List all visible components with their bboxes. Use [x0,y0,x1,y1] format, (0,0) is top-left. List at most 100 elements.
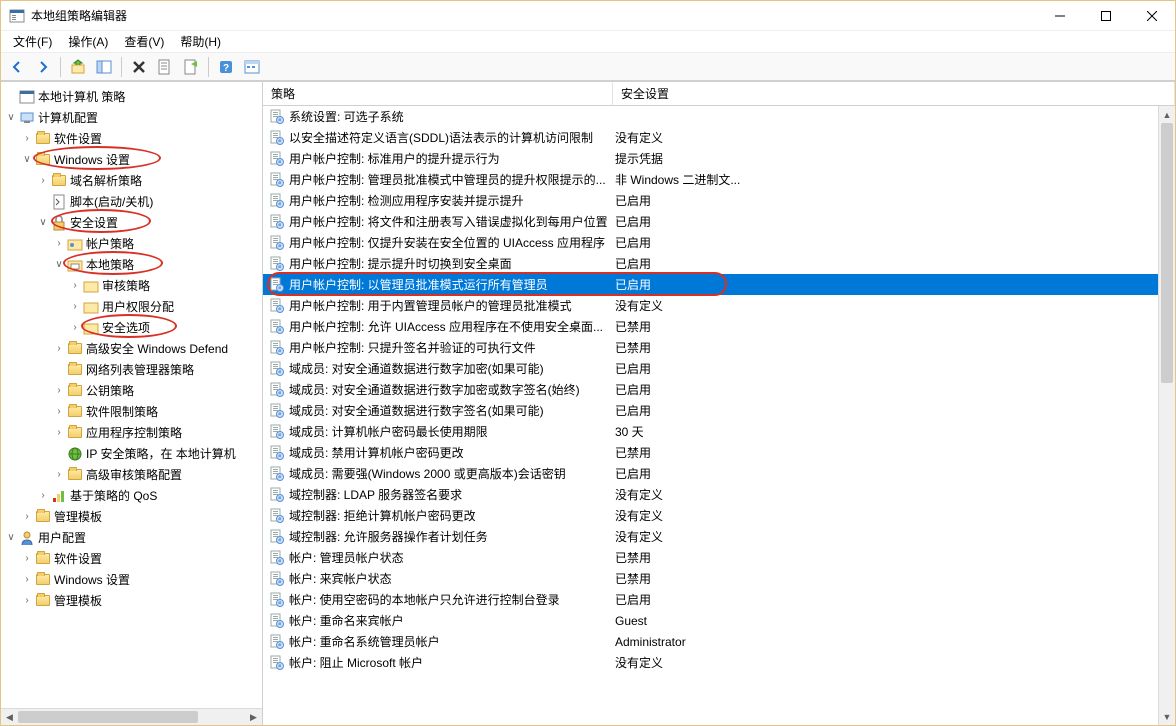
tree-user-config[interactable]: ∨用户配置 [3,527,262,548]
policy-row[interactable]: 帐户: 管理员帐户状态已禁用 [263,547,1175,568]
policy-row[interactable]: 域成员: 对安全通道数据进行数字加密(如果可能)已启用 [263,358,1175,379]
policy-row[interactable]: 用户帐户控制: 仅提升安装在安全位置的 UIAccess 应用程序已启用 [263,232,1175,253]
policy-row[interactable]: 用户帐户控制: 以管理员批准模式运行所有管理员已启用 [263,274,1175,295]
policy-row[interactable]: 域控制器: 拒绝计算机帐户密码更改没有定义 [263,505,1175,526]
maximize-button[interactable] [1083,1,1129,31]
export-button[interactable] [179,55,203,79]
forward-button[interactable] [31,55,55,79]
policy-row[interactable]: 帐户: 重命名系统管理员帐户Administrator [263,631,1175,652]
tree-windows-settings-user[interactable]: ›Windows 设置 [3,569,262,590]
collapse-icon[interactable]: ∨ [19,152,35,168]
tree-windows-settings[interactable]: ∨Windows 设置 [3,149,262,170]
scroll-right-icon[interactable]: ▶ [245,709,262,725]
expand-icon[interactable]: › [19,509,35,525]
tree-software-settings-user[interactable]: ›软件设置 [3,548,262,569]
policy-row[interactable]: 域成员: 计算机帐户密码最长使用期限30 天 [263,421,1175,442]
policy-row[interactable]: 用户帐户控制: 将文件和注册表写入错误虚拟化到每用户位置已启用 [263,211,1175,232]
minimize-button[interactable] [1037,1,1083,31]
tree-software-settings[interactable]: ›软件设置 [3,128,262,149]
collapse-icon[interactable]: ∨ [3,110,19,126]
tree-policy-qos[interactable]: ›基于策略的 QoS [3,485,262,506]
policy-row[interactable]: 域成员: 对安全通道数据进行数字签名(如果可能)已启用 [263,400,1175,421]
tree-network-list[interactable]: 网络列表管理器策略 [3,359,262,380]
help-button[interactable]: ? [214,55,238,79]
expand-icon[interactable]: › [51,404,67,420]
tree-local-policies[interactable]: ∨本地策略 [3,254,262,275]
tree-security-options[interactable]: ›安全选项 [3,317,262,338]
policy-row[interactable]: 以安全描述符定义语言(SDDL)语法表示的计算机访问限制没有定义 [263,127,1175,148]
scrollbar-track[interactable] [1159,123,1175,708]
close-button[interactable] [1129,1,1175,31]
up-button[interactable] [66,55,90,79]
back-button[interactable] [5,55,29,79]
tree-windows-defender[interactable]: ›高级安全 Windows Defend [3,338,262,359]
tree-public-key[interactable]: ›公钥策略 [3,380,262,401]
expand-icon[interactable]: › [51,467,67,483]
menu-help[interactable]: 帮助(H) [174,31,227,52]
menu-view[interactable]: 查看(V) [118,31,170,52]
collapse-icon[interactable]: ∨ [3,530,19,546]
tree-account-policies[interactable]: ›帐户策略 [3,233,262,254]
expand-icon[interactable]: › [19,551,35,567]
expand-icon[interactable]: › [67,320,83,336]
scroll-down-icon[interactable]: ▼ [1159,708,1175,725]
tree-pane[interactable]: 本地计算机 策略 ∨计算机配置 ›软件设置 ∨Windows 设置 ›域名解析策… [1,82,263,725]
policy-row[interactable]: 帐户: 重命名来宾帐户Guest [263,610,1175,631]
policy-row[interactable]: 帐户: 使用空密码的本地帐户只允许进行控制台登录已启用 [263,589,1175,610]
policy-row[interactable]: 用户帐户控制: 允许 UIAccess 应用程序在不使用安全桌面...已禁用 [263,316,1175,337]
tree-app-control[interactable]: ›应用程序控制策略 [3,422,262,443]
refresh-button[interactable] [240,55,264,79]
tree-audit-policy[interactable]: ›审核策略 [3,275,262,296]
column-header-setting[interactable]: 安全设置 [613,82,1175,105]
delete-button[interactable] [127,55,151,79]
expand-icon[interactable]: › [51,236,67,252]
show-hide-tree-button[interactable] [92,55,116,79]
tree-name-resolution[interactable]: ›域名解析策略 [3,170,262,191]
policy-row[interactable]: 用户帐户控制: 只提升签名并验证的可执行文件已禁用 [263,337,1175,358]
scroll-up-icon[interactable]: ▲ [1159,106,1175,123]
properties-button[interactable] [153,55,177,79]
collapse-icon[interactable]: ∨ [51,257,67,273]
tree-computer-config[interactable]: ∨计算机配置 [3,107,262,128]
tree-horizontal-scrollbar[interactable]: ◀ ▶ [1,708,262,725]
expand-icon[interactable]: › [51,341,67,357]
expand-icon[interactable]: › [51,425,67,441]
scrollbar-track[interactable] [18,709,245,725]
expand-icon[interactable]: › [35,173,51,189]
policy-row[interactable]: 域成员: 对安全通道数据进行数字加密或数字签名(始终)已启用 [263,379,1175,400]
expand-icon[interactable]: › [51,383,67,399]
collapse-icon[interactable]: ∨ [35,215,51,231]
menu-file[interactable]: 文件(F) [7,31,58,52]
policy-row[interactable]: 帐户: 来宾帐户状态已禁用 [263,568,1175,589]
tree-security-settings[interactable]: ∨安全设置 [3,212,262,233]
policy-row[interactable]: 域成员: 禁用计算机帐户密码更改已禁用 [263,442,1175,463]
policy-row[interactable]: 用户帐户控制: 用于内置管理员帐户的管理员批准模式没有定义 [263,295,1175,316]
expand-icon[interactable]: › [19,572,35,588]
tree-software-restriction[interactable]: ›软件限制策略 [3,401,262,422]
expand-icon[interactable]: › [19,593,35,609]
policy-row[interactable]: 系统设置: 可选子系统 [263,106,1175,127]
menu-action[interactable]: 操作(A) [62,31,114,52]
policy-row[interactable]: 域成员: 需要强(Windows 2000 或更高版本)会话密钥已启用 [263,463,1175,484]
expand-icon[interactable]: › [35,488,51,504]
policy-row[interactable]: 用户帐户控制: 标准用户的提升提示行为提示凭据 [263,148,1175,169]
tree-scripts[interactable]: 脚本(启动/关机) [3,191,262,212]
policy-row[interactable]: 帐户: 阻止 Microsoft 帐户没有定义 [263,652,1175,673]
expand-icon[interactable]: › [67,278,83,294]
tree-admin-templates[interactable]: ›管理模板 [3,506,262,527]
scrollbar-thumb[interactable] [18,711,198,723]
scrollbar-thumb[interactable] [1161,123,1173,383]
list-vertical-scrollbar[interactable]: ▲ ▼ [1158,106,1175,725]
column-header-policy[interactable]: 策略 [263,82,613,105]
tree-advanced-audit[interactable]: ›高级审核策略配置 [3,464,262,485]
tree-root[interactable]: 本地计算机 策略 [3,86,262,107]
tree-user-rights[interactable]: ›用户权限分配 [3,296,262,317]
expand-icon[interactable]: › [67,299,83,315]
list-body[interactable]: 系统设置: 可选子系统以安全描述符定义语言(SDDL)语法表示的计算机访问限制没… [263,106,1175,725]
expand-icon[interactable]: › [19,131,35,147]
policy-row[interactable]: 域控制器: 允许服务器操作者计划任务没有定义 [263,526,1175,547]
policy-row[interactable]: 用户帐户控制: 提示提升时切换到安全桌面已启用 [263,253,1175,274]
tree-ip-security[interactable]: IP 安全策略，在 本地计算机 [3,443,262,464]
tree-admin-templates-user[interactable]: ›管理模板 [3,590,262,611]
scroll-left-icon[interactable]: ◀ [1,709,18,725]
